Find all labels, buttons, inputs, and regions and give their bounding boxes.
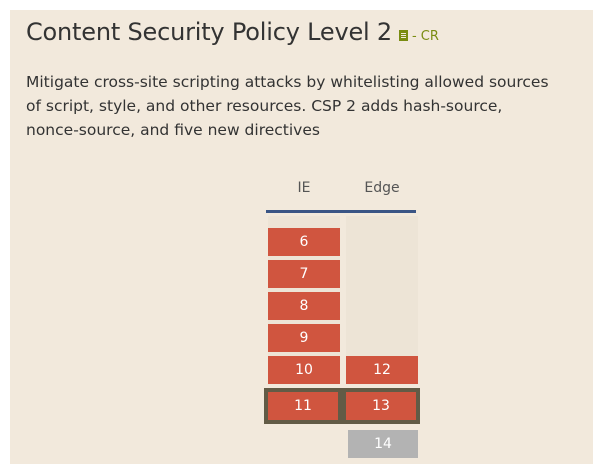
support-table-header-rule: [266, 210, 416, 213]
ie-version-cell[interactable]: 6: [268, 228, 340, 256]
feature-description: Mitigate cross-site scripting attacks by…: [26, 70, 593, 142]
description-line: Mitigate cross-site scripting attacks by…: [26, 73, 549, 91]
browser-header-edge: Edge: [364, 180, 400, 196]
edge-future-version-cell[interactable]: 14: [348, 430, 418, 458]
description-line: of script, style, and other resources. C…: [26, 97, 503, 115]
browser-header-ie: IE: [297, 180, 311, 196]
ie-current-version-cell[interactable]: 11: [264, 388, 342, 424]
edge-column-background: [346, 216, 418, 356]
spec-status[interactable]: - CR: [412, 29, 439, 44]
edge-current-version-cell[interactable]: 13: [342, 388, 420, 424]
ie-version-cell[interactable]: 8: [268, 292, 340, 320]
ie-version-cell[interactable]: 10: [268, 356, 340, 384]
edge-version-cell[interactable]: 12: [346, 356, 418, 384]
ie-version-cell[interactable]: 9: [268, 324, 340, 352]
spec-document-icon[interactable]: [398, 30, 408, 41]
ie-version-cell[interactable]: 7: [268, 260, 340, 288]
description-line: nonce-source, and five new directives: [26, 121, 320, 139]
feature-title[interactable]: Content Security Policy Level 2: [26, 18, 392, 46]
feature-title-row: Content Security Policy Level 2 - CR: [26, 18, 439, 46]
